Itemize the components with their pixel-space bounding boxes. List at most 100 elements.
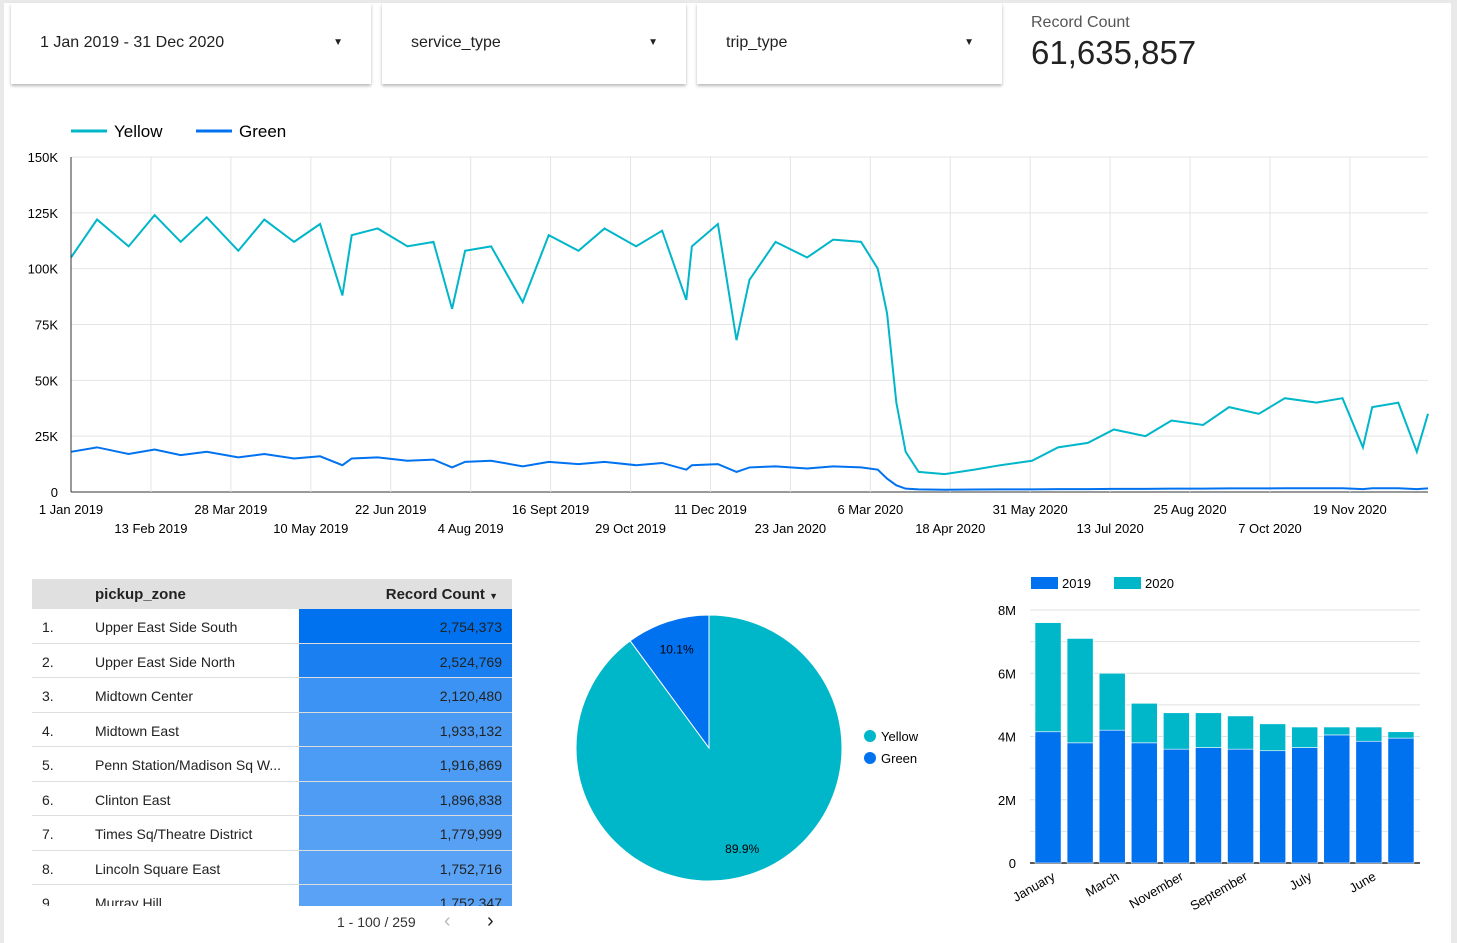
- bar-2019: [1291, 747, 1319, 864]
- row-number: 2.: [42, 653, 54, 670]
- pickup-zone-cell: Lincoln Square East: [95, 860, 221, 877]
- table-row[interactable]: 9. Murray Hill 1,752,347: [32, 885, 512, 906]
- pickup-zone-cell: Penn Station/Madison Sq W...: [95, 757, 281, 773]
- pickup-zone-cell: Midtown Center: [95, 688, 194, 704]
- table-header: pickup_zone Record Count ▼: [32, 579, 512, 609]
- date-range-filter[interactable]: 1 Jan 2019 - 31 Dec 2020 ▼: [11, 3, 371, 84]
- record-count-cell: 1,752,716: [299, 850, 512, 884]
- bar-2020: [1098, 672, 1126, 731]
- table-row[interactable]: 2. Upper East Side North 2,524,769: [32, 643, 512, 678]
- y-tick-label: 0: [51, 485, 58, 500]
- x-tick-label: July: [1287, 868, 1315, 893]
- row-number: 3.: [42, 688, 54, 704]
- table-row[interactable]: 4. Midtown East 1,933,132: [32, 712, 512, 747]
- table-row[interactable]: 1. Upper East Side South 2,754,373: [32, 609, 512, 644]
- bar-2019: [1227, 748, 1254, 864]
- bar-2019: [1163, 748, 1190, 864]
- y-tick-label: 50K: [35, 373, 58, 388]
- x-tick-label: 13 Feb 2019: [114, 521, 187, 536]
- bar-2019: [1066, 742, 1094, 864]
- caret-down-icon: ▼: [489, 591, 498, 601]
- pickup-zone-cell: Times Sq/Theatre District: [95, 826, 253, 842]
- y-tick-label: 150K: [28, 150, 59, 165]
- pie-slice-label: 89.9%: [725, 842, 759, 856]
- caret-down-icon: ▼: [964, 37, 974, 48]
- trip-type-label: trip_type: [726, 34, 788, 51]
- x-tick-label: 18 Apr 2020: [915, 521, 985, 536]
- pie-chart: 10.1% 89.9% Yellow Green: [575, 614, 919, 882]
- caret-down-icon: ▼: [333, 37, 343, 48]
- x-tick-label: 19 Nov 2020: [1313, 502, 1387, 517]
- bar-2019: [1355, 740, 1383, 864]
- caret-down-icon: ▼: [648, 37, 658, 48]
- legend-2019-label: 2019: [1062, 576, 1091, 591]
- pagination-label: 1 - 100 / 259: [337, 914, 416, 930]
- bar-2020: [1066, 638, 1094, 744]
- chevron-left-icon[interactable]: ‹: [444, 910, 451, 933]
- bar-2020: [1227, 715, 1254, 750]
- x-tick-label: November: [1126, 868, 1186, 911]
- service-type-filter[interactable]: service_type ▼: [382, 3, 686, 84]
- date-range-value: 1 Jan 2019 - 31 Dec 2020: [40, 34, 225, 51]
- y-tick-label: 0: [1009, 856, 1016, 871]
- pickup-zone-cell: Murray Hill: [95, 895, 162, 906]
- legend-green-label: Green: [881, 751, 917, 766]
- y-tick-label: 125K: [28, 206, 59, 221]
- row-number: 7.: [42, 826, 54, 842]
- table-row[interactable]: 3. Midtown Center 2,120,480: [32, 678, 512, 713]
- legend-2020-label: 2020: [1145, 576, 1174, 591]
- pickup-zone-table: pickup_zone Record Count ▼ 1. Upper East …: [32, 579, 512, 906]
- chevron-right-icon[interactable]: ›: [487, 910, 494, 933]
- y-tick-label: 100K: [28, 262, 59, 277]
- x-tick-label: 11 Dec 2019: [674, 502, 747, 517]
- x-tick-label: June: [1346, 869, 1378, 896]
- table-row[interactable]: 6. Clinton East 1,896,838: [32, 781, 512, 816]
- x-tick-label: 10 May 2019: [273, 521, 348, 536]
- column-header-record-count[interactable]: Record Count ▼: [386, 586, 498, 603]
- row-number: 4.: [42, 722, 54, 739]
- bar-2019: [1195, 747, 1222, 864]
- x-tick-label: 4 Aug 2019: [438, 521, 504, 536]
- x-tick-label: January: [1010, 868, 1058, 904]
- bar-2019: [1387, 737, 1415, 864]
- bar-2020: [1034, 622, 1062, 733]
- pie-slice-label: 10.1%: [660, 642, 694, 656]
- pickup-zone-cell: Clinton East: [95, 791, 171, 808]
- bar-2020: [1259, 723, 1286, 752]
- column-header-label: Record Count: [385, 586, 485, 603]
- legend-green-label: Green: [239, 122, 286, 141]
- y-tick-label: 25K: [35, 429, 58, 444]
- trip-type-filter[interactable]: trip_type ▼: [697, 3, 1002, 84]
- y-tick-label: 8M: [998, 603, 1016, 618]
- legend-yellow-label: Yellow: [881, 729, 919, 744]
- row-number: 1.: [42, 619, 54, 635]
- bar-2019: [1259, 750, 1286, 864]
- stacked-bar-chart: 2019 2020 0 2M 4M 6M 8M January March November S…: [998, 576, 1420, 913]
- x-tick-label: 22 Jun 2019: [355, 502, 427, 517]
- legend-yellow-label: Yellow: [114, 122, 163, 141]
- table-row[interactable]: 5. Penn Station/Madison Sq W... 1,916,869: [32, 747, 512, 782]
- row-number: 8.: [42, 860, 54, 877]
- bar-2020: [1323, 726, 1351, 736]
- y-tick-label: 6M: [998, 666, 1016, 681]
- x-tick-label: 16 Sept 2019: [512, 502, 589, 517]
- row-number: 6.: [42, 791, 54, 808]
- legend-2019-swatch: [1031, 577, 1058, 589]
- bar-2020: [1163, 712, 1190, 750]
- scorecard-value: 61,635,857: [1031, 34, 1197, 71]
- bar-2019: [1130, 742, 1158, 864]
- record-count-cell: 1,916,869: [299, 747, 512, 781]
- y-tick-label: 4M: [998, 730, 1016, 745]
- series-line-green: [70, 446, 1429, 491]
- y-tick-label: 2M: [998, 793, 1016, 808]
- x-tick-label: 28 Mar 2019: [194, 502, 267, 517]
- column-header-pickup-zone[interactable]: pickup_zone: [95, 586, 186, 603]
- bar-2020: [1387, 731, 1415, 739]
- pickup-zone-cell: Upper East Side North: [95, 653, 236, 670]
- record-count-cell: 1,752,347: [299, 885, 512, 906]
- table-row[interactable]: 7. Times Sq/Theatre District 1,779,999: [32, 816, 512, 851]
- pie-slice-yellow: [575, 614, 843, 882]
- record-count-cell: 2,524,769: [299, 643, 512, 677]
- x-tick-label: 7 Oct 2020: [1238, 521, 1302, 536]
- table-row[interactable]: 8. Lincoln Square East 1,752,716: [32, 850, 512, 885]
